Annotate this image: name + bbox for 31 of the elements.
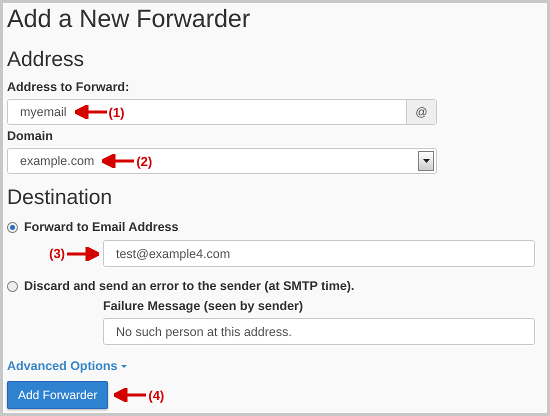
callout-label: (2) <box>136 154 152 168</box>
field-value: test@example4.com <box>116 246 230 260</box>
section-heading: Address <box>7 48 86 72</box>
field-value: myemail <box>20 105 67 119</box>
advanced-options-link[interactable]: Advanced Options <box>7 359 118 373</box>
caret-icon <box>121 364 128 368</box>
arrow-icon <box>67 246 99 260</box>
radio-button[interactable] <box>7 222 18 232</box>
callout-label: (1) <box>108 104 124 120</box>
domain-select[interactable]: example.com (2) <box>7 148 437 174</box>
field-label: Failure Message (seen by sender) <box>103 299 304 313</box>
arrow-icon <box>102 154 134 168</box>
radio-button[interactable] <box>7 280 18 292</box>
arrow-icon <box>114 388 146 402</box>
select-value: example.com <box>20 154 94 168</box>
text-field[interactable]: No such person at this address. <box>103 318 535 345</box>
radio-label: Discard and send an error to the sender (at SMTP time). <box>24 279 354 293</box>
callout-label: (4) <box>148 388 164 402</box>
add-forwarder-button[interactable]: Add Forwarder <box>7 381 108 409</box>
radio-label: Forward to Email Address <box>24 220 178 234</box>
text-field[interactable]: test@example4.com <box>103 240 535 267</box>
address-field[interactable]: myemail (1) @ <box>7 99 437 125</box>
page-title: Add a New Forwarder <box>7 5 252 34</box>
callout-label: (3) <box>49 246 65 261</box>
field-value: No such person at this address. <box>116 324 292 338</box>
at-addon: @ <box>406 100 436 124</box>
field-label: Domain <box>7 129 54 143</box>
arrow-icon <box>74 105 107 119</box>
section-heading: Destination <box>7 186 114 210</box>
dropdown-icon <box>418 151 434 171</box>
field-label: Address to Forward: <box>7 80 130 94</box>
